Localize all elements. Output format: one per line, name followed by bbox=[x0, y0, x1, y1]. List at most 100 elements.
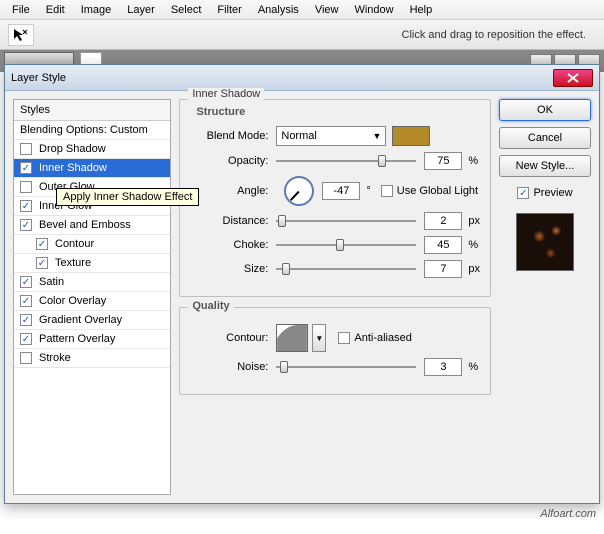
effect-checkbox[interactable]: ✓ bbox=[20, 200, 32, 212]
cancel-button[interactable]: Cancel bbox=[499, 127, 591, 149]
menu-select[interactable]: Select bbox=[163, 2, 210, 18]
effect-checkbox[interactable]: ✓ bbox=[20, 219, 32, 231]
effect-row-gradient-overlay[interactable]: ✓ Gradient Overlay bbox=[14, 311, 170, 330]
effect-label: Inner Shadow bbox=[39, 162, 107, 174]
menu-analysis[interactable]: Analysis bbox=[250, 2, 307, 18]
contour-label: Contour: bbox=[190, 332, 268, 344]
effect-checkbox[interactable]: ✓ bbox=[20, 295, 32, 307]
effect-label: Drop Shadow bbox=[39, 143, 106, 155]
effect-checkbox[interactable]: ✓ bbox=[20, 333, 32, 345]
angle-label: Angle: bbox=[190, 185, 268, 197]
size-slider[interactable] bbox=[276, 260, 416, 278]
effect-label: Color Overlay bbox=[39, 295, 106, 307]
effect-checkbox[interactable] bbox=[20, 143, 32, 155]
effect-row-color-overlay[interactable]: ✓ Color Overlay bbox=[14, 292, 170, 311]
anti-aliased-label: Anti-aliased bbox=[354, 332, 411, 344]
effect-checkbox[interactable]: ✓ bbox=[20, 162, 32, 174]
dialog-buttons: OK Cancel New Style... ✓ Preview bbox=[499, 99, 591, 495]
angle-input[interactable]: -47 bbox=[322, 182, 360, 200]
opacity-input[interactable]: 75 bbox=[424, 152, 462, 170]
effect-label: Gradient Overlay bbox=[39, 314, 122, 326]
menu-filter[interactable]: Filter bbox=[209, 2, 249, 18]
noise-input[interactable]: 3 bbox=[424, 358, 462, 376]
effect-checkbox[interactable]: ✓ bbox=[20, 314, 32, 326]
effect-row-pattern-overlay[interactable]: ✓ Pattern Overlay bbox=[14, 330, 170, 349]
effect-checkbox[interactable]: ✓ bbox=[20, 276, 32, 288]
menu-bar: File Edit Image Layer Select Filter Anal… bbox=[0, 0, 604, 20]
options-bar: Click and drag to reposition the effect. bbox=[0, 20, 604, 50]
distance-label: Distance: bbox=[190, 215, 268, 227]
distance-unit: px bbox=[468, 215, 480, 227]
effect-row-inner-shadow[interactable]: ✓ Inner Shadow bbox=[14, 159, 170, 178]
color-swatch[interactable] bbox=[392, 126, 430, 146]
menu-view[interactable]: View bbox=[307, 2, 347, 18]
effect-label: Contour bbox=[55, 238, 94, 250]
choke-slider[interactable] bbox=[276, 236, 416, 254]
structure-legend: Structure bbox=[196, 106, 480, 118]
preview-checkbox[interactable]: ✓ bbox=[517, 187, 529, 199]
dialog-titlebar[interactable]: Layer Style bbox=[5, 65, 599, 91]
menu-layer[interactable]: Layer bbox=[119, 2, 163, 18]
angle-unit: ° bbox=[366, 185, 370, 197]
options-hint: Click and drag to reposition the effect. bbox=[402, 29, 596, 41]
preview-label: Preview bbox=[533, 187, 572, 199]
effect-checkbox[interactable]: ✓ bbox=[36, 238, 48, 250]
size-unit: px bbox=[468, 263, 480, 275]
effect-checkbox[interactable] bbox=[20, 181, 32, 193]
size-label: Size: bbox=[190, 263, 268, 275]
menu-window[interactable]: Window bbox=[346, 2, 401, 18]
contour-dropdown-arrow[interactable]: ▼ bbox=[312, 324, 326, 352]
effect-row-texture[interactable]: ✓ Texture bbox=[14, 254, 170, 273]
ok-button[interactable]: OK bbox=[499, 99, 591, 121]
new-style-button[interactable]: New Style... bbox=[499, 155, 591, 177]
opacity-label: Opacity: bbox=[190, 155, 268, 167]
watermark: Alfoart.com bbox=[540, 508, 596, 520]
dialog-close-button[interactable] bbox=[553, 69, 593, 87]
effect-checkbox[interactable]: ✓ bbox=[36, 257, 48, 269]
effect-label: Satin bbox=[39, 276, 64, 288]
blend-mode-value: Normal bbox=[281, 130, 316, 142]
menu-file[interactable]: File bbox=[4, 2, 38, 18]
effect-row-stroke[interactable]: Stroke bbox=[14, 349, 170, 368]
choke-input[interactable]: 45 bbox=[424, 236, 462, 254]
distance-slider[interactable] bbox=[276, 212, 416, 230]
anti-aliased-checkbox[interactable] bbox=[338, 332, 350, 344]
angle-dial[interactable] bbox=[284, 176, 314, 206]
noise-slider[interactable] bbox=[276, 358, 416, 376]
chevron-down-icon: ▼ bbox=[372, 131, 381, 141]
effect-row-satin[interactable]: ✓ Satin bbox=[14, 273, 170, 292]
effect-label: Bevel and Emboss bbox=[39, 219, 131, 231]
menu-help[interactable]: Help bbox=[402, 2, 441, 18]
styles-list: Styles Blending Options: Custom Drop Sha… bbox=[13, 99, 171, 495]
effect-row-contour[interactable]: ✓ Contour bbox=[14, 235, 170, 254]
dialog-title: Layer Style bbox=[11, 72, 66, 84]
choke-unit: % bbox=[468, 239, 478, 251]
blend-mode-select[interactable]: Normal ▼ bbox=[276, 126, 386, 146]
effect-checkbox[interactable] bbox=[20, 352, 32, 364]
menu-image[interactable]: Image bbox=[73, 2, 120, 18]
contour-picker[interactable] bbox=[276, 324, 308, 352]
blend-mode-label: Blend Mode: bbox=[190, 130, 268, 142]
opacity-slider[interactable] bbox=[276, 152, 416, 170]
preview-thumbnail bbox=[516, 213, 574, 271]
section-title: Inner Shadow bbox=[188, 88, 264, 100]
layer-style-dialog: Layer Style Styles Blending Options: Cus… bbox=[4, 64, 600, 504]
distance-input[interactable]: 2 bbox=[424, 212, 462, 230]
effect-label: Stroke bbox=[39, 352, 71, 364]
noise-unit: % bbox=[468, 361, 478, 373]
use-global-light-checkbox[interactable] bbox=[381, 185, 393, 197]
effect-label: Texture bbox=[55, 257, 91, 269]
quality-legend: Quality bbox=[188, 300, 233, 312]
styles-header[interactable]: Styles bbox=[14, 100, 170, 121]
use-global-light-label: Use Global Light bbox=[397, 185, 478, 197]
tooltip: Apply Inner Shadow Effect bbox=[56, 188, 199, 206]
opacity-unit: % bbox=[468, 155, 478, 167]
effect-label: Pattern Overlay bbox=[39, 333, 115, 345]
blending-options-row[interactable]: Blending Options: Custom bbox=[14, 121, 170, 140]
choke-label: Choke: bbox=[190, 239, 268, 251]
effect-row-drop-shadow[interactable]: Drop Shadow bbox=[14, 140, 170, 159]
menu-edit[interactable]: Edit bbox=[38, 2, 73, 18]
size-input[interactable]: 7 bbox=[424, 260, 462, 278]
effect-row-bevel-and-emboss[interactable]: ✓ Bevel and Emboss bbox=[14, 216, 170, 235]
move-tool-icon[interactable] bbox=[8, 24, 34, 46]
